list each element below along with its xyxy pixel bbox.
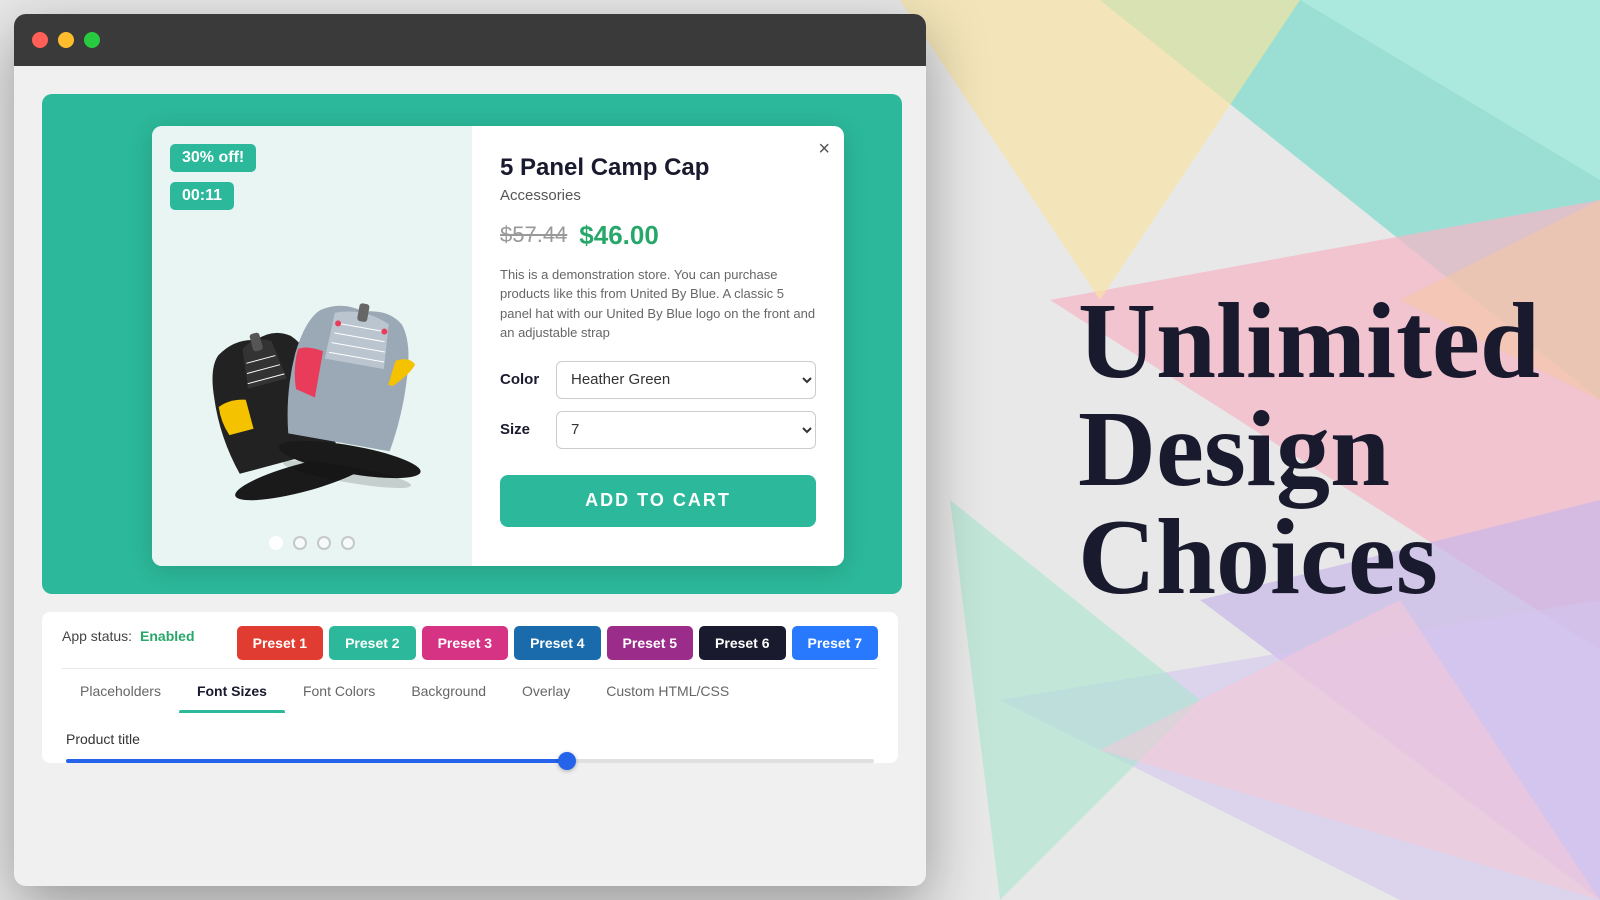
dot-4[interactable] <box>341 536 355 550</box>
discount-badge: 30% off! <box>170 144 256 172</box>
card-image-area: 30% off! 00:11 <box>152 126 472 566</box>
app-status-label: App status: <box>62 628 132 644</box>
tab-font-colors[interactable]: Font Colors <box>285 669 393 713</box>
card-details: × 5 Panel Camp Cap Accessories $57.44 $4… <box>472 126 844 566</box>
product-image <box>177 191 447 501</box>
tagline-line3: Choices <box>1078 504 1540 612</box>
size-option-row: Size 7 7.5 8 8.5 9 <box>500 411 816 449</box>
slider-fill <box>66 759 567 763</box>
maximize-traffic-light[interactable] <box>84 32 100 48</box>
presets-row: Preset 1Preset 2Preset 3Preset 4Preset 5… <box>237 626 878 660</box>
status-presets-row: App status: Enabled Preset 1Preset 2Pres… <box>62 626 878 660</box>
slider-track <box>66 759 874 763</box>
preset-3-button[interactable]: Preset 3 <box>422 626 508 660</box>
controls-area: App status: Enabled Preset 1Preset 2Pres… <box>42 612 898 763</box>
slider-label: Product title <box>66 731 874 747</box>
preset-5-button[interactable]: Preset 5 <box>607 626 693 660</box>
preset-6-button[interactable]: Preset 6 <box>699 626 785 660</box>
size-label: Size <box>500 421 556 438</box>
app-status-row: App status: Enabled <box>62 628 195 644</box>
product-category: Accessories <box>500 187 816 204</box>
add-to-cart-button[interactable]: ADD TO CART <box>500 475 816 527</box>
tab-background[interactable]: Background <box>393 669 504 713</box>
carousel-dots <box>269 536 355 550</box>
size-select[interactable]: 7 7.5 8 8.5 9 <box>556 411 816 449</box>
slider-section: Product title <box>62 731 878 763</box>
tagline: Unlimited Design Choices <box>1078 288 1540 612</box>
app-status-value: Enabled <box>140 628 194 644</box>
preset-1-button[interactable]: Preset 1 <box>237 626 323 660</box>
product-description: This is a demonstration store. You can p… <box>500 265 816 343</box>
app-window: 30% off! 00:11 <box>14 14 926 886</box>
preset-4-button[interactable]: Preset 4 <box>514 626 600 660</box>
price-row: $57.44 $46.00 <box>500 220 816 251</box>
preset-2-button[interactable]: Preset 2 <box>329 626 415 660</box>
dot-2[interactable] <box>293 536 307 550</box>
sale-price: $46.00 <box>579 220 659 251</box>
tab-custom-html-css[interactable]: Custom HTML/CSS <box>588 669 747 713</box>
preset-7-button[interactable]: Preset 7 <box>792 626 878 660</box>
tagline-line1: Unlimited <box>1078 288 1540 396</box>
minimize-traffic-light[interactable] <box>58 32 74 48</box>
titlebar <box>14 14 926 66</box>
window-body: 30% off! 00:11 <box>14 66 926 783</box>
original-price: $57.44 <box>500 222 567 248</box>
product-title: 5 Panel Camp Cap <box>500 154 816 183</box>
dot-3[interactable] <box>317 536 331 550</box>
close-traffic-light[interactable] <box>32 32 48 48</box>
close-card-button[interactable]: × <box>818 138 830 161</box>
tab-overlay[interactable]: Overlay <box>504 669 588 713</box>
color-option-row: Color Heather Green Black Navy Red <box>500 361 816 399</box>
timer-badge: 00:11 <box>170 182 234 210</box>
preview-area: 30% off! 00:11 <box>42 94 902 594</box>
tagline-line2: Design <box>1078 396 1540 504</box>
color-label: Color <box>500 371 556 388</box>
dot-1[interactable] <box>269 536 283 550</box>
slider-thumb[interactable] <box>558 752 576 770</box>
color-select[interactable]: Heather Green Black Navy Red <box>556 361 816 399</box>
tab-font-sizes[interactable]: Font Sizes <box>179 669 285 713</box>
product-card: 30% off! 00:11 <box>152 126 844 566</box>
tab-placeholders[interactable]: Placeholders <box>62 669 179 713</box>
tabs-row: PlaceholdersFont SizesFont ColorsBackgro… <box>62 668 878 713</box>
